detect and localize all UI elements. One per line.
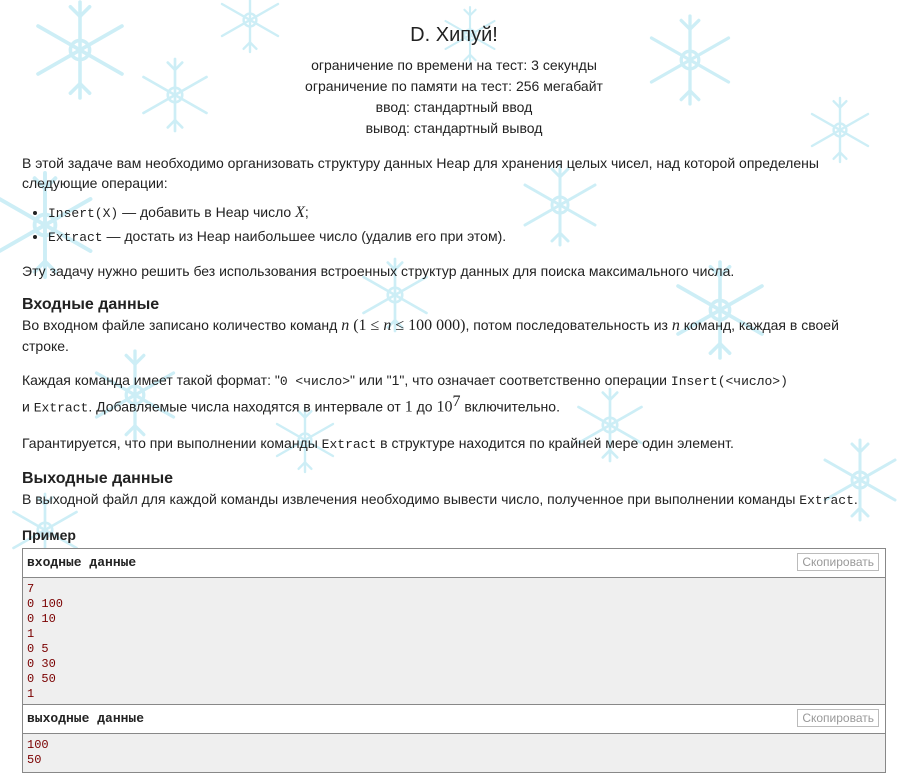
text: . <box>853 490 858 507</box>
output-header: выходные данные Скопировать <box>23 704 885 734</box>
example-box: входные данные Скопировать 7 0 100 0 10 … <box>22 547 886 773</box>
list-item-text: — добавить в Heap число <box>118 204 296 220</box>
time-limit: ограничение по времени на тест: 3 секунд… <box>311 57 597 73</box>
copy-input-button[interactable]: Скопировать <box>797 552 879 571</box>
text: в структуре находится по крайней мере од… <box>376 434 734 451</box>
text: . Добавляемые числа находятся в интервал… <box>88 398 405 415</box>
example-title: Пример <box>22 526 76 543</box>
text: Во входном файле записано количество ком… <box>22 317 342 333</box>
math-var: X <box>295 204 305 221</box>
input-paragraph-2: Каждая команда имеет такой формат: "0 <ч… <box>22 370 886 419</box>
statement-note: Эту задачу нужно решить без использовани… <box>22 263 735 279</box>
input-paragraph-1: Во входном файле записано количество ком… <box>22 315 886 356</box>
input-paragraph-3: Гарантируется, что при выполнении команд… <box>22 433 886 455</box>
inline-code: Extract <box>48 230 103 245</box>
output-paragraph: В выходной файл для каждой команды извле… <box>22 489 886 511</box>
list-item: Extract — достать из Heap наибольшее чис… <box>48 225 886 249</box>
text: " или "1", что означает соответственно о… <box>350 372 671 388</box>
list-item: Insert(X) — добавить в Heap число X; <box>48 201 886 225</box>
inline-code: Insert(<число>) <box>670 374 788 389</box>
math-var: n <box>671 317 680 334</box>
input-section-title: Входные данные <box>22 296 160 313</box>
text: до <box>412 398 437 415</box>
text: включительно. <box>460 398 560 415</box>
memory-limit: ограничение по памяти на тест: 256 мегаб… <box>305 78 603 94</box>
operations-list: Insert(X) — добавить в Heap число X; Ext… <box>22 201 886 249</box>
problem-statement: D. Хипуй! ограничение по времени на тест… <box>22 0 886 773</box>
inline-code: Insert(X) <box>48 206 119 221</box>
math-text: 1 <box>404 398 413 416</box>
problem-header: D. Хипуй! ограничение по времени на тест… <box>22 24 886 139</box>
input-label: входные данные <box>27 554 137 570</box>
math-text: 10 <box>436 398 453 416</box>
output-label: выходные данные <box>27 710 145 726</box>
input-header: входные данные Скопировать <box>23 548 885 578</box>
inline-code: Extract <box>33 400 89 416</box>
output-file: вывод: стандартный вывод <box>365 120 543 136</box>
math-text: ≤ 100 000) <box>391 317 466 334</box>
sample-input[interactable]: 7 0 100 0 10 1 0 5 0 30 0 50 1 <box>23 577 885 705</box>
statement-intro: В этой задаче вам необходимо организоват… <box>22 155 819 191</box>
copy-output-button[interactable]: Скопировать <box>797 708 879 727</box>
inline-code: Extract <box>321 436 377 452</box>
list-item-text: ; <box>304 204 309 220</box>
input-file: ввод: стандартный ввод <box>375 99 533 115</box>
output-section-title: Выходные данные <box>22 469 174 487</box>
math-text: (1 ≤ <box>349 317 384 334</box>
inline-code: 0 <число> <box>279 374 351 389</box>
problem-title: D. Хипуй! <box>410 24 498 46</box>
text: Гарантируется, что при выполнении команд… <box>22 434 322 451</box>
list-item-text: — достать из Heap наибольшее число (удал… <box>102 228 507 244</box>
sample-output[interactable]: 100 50 <box>23 733 885 772</box>
text: , потом последовательность из <box>465 317 672 333</box>
text: В выходной файл для каждой команды извле… <box>22 490 800 507</box>
inline-code: Extract <box>799 492 854 508</box>
text: Каждая команда имеет такой формат: " <box>22 372 280 388</box>
text: и <box>22 398 34 415</box>
